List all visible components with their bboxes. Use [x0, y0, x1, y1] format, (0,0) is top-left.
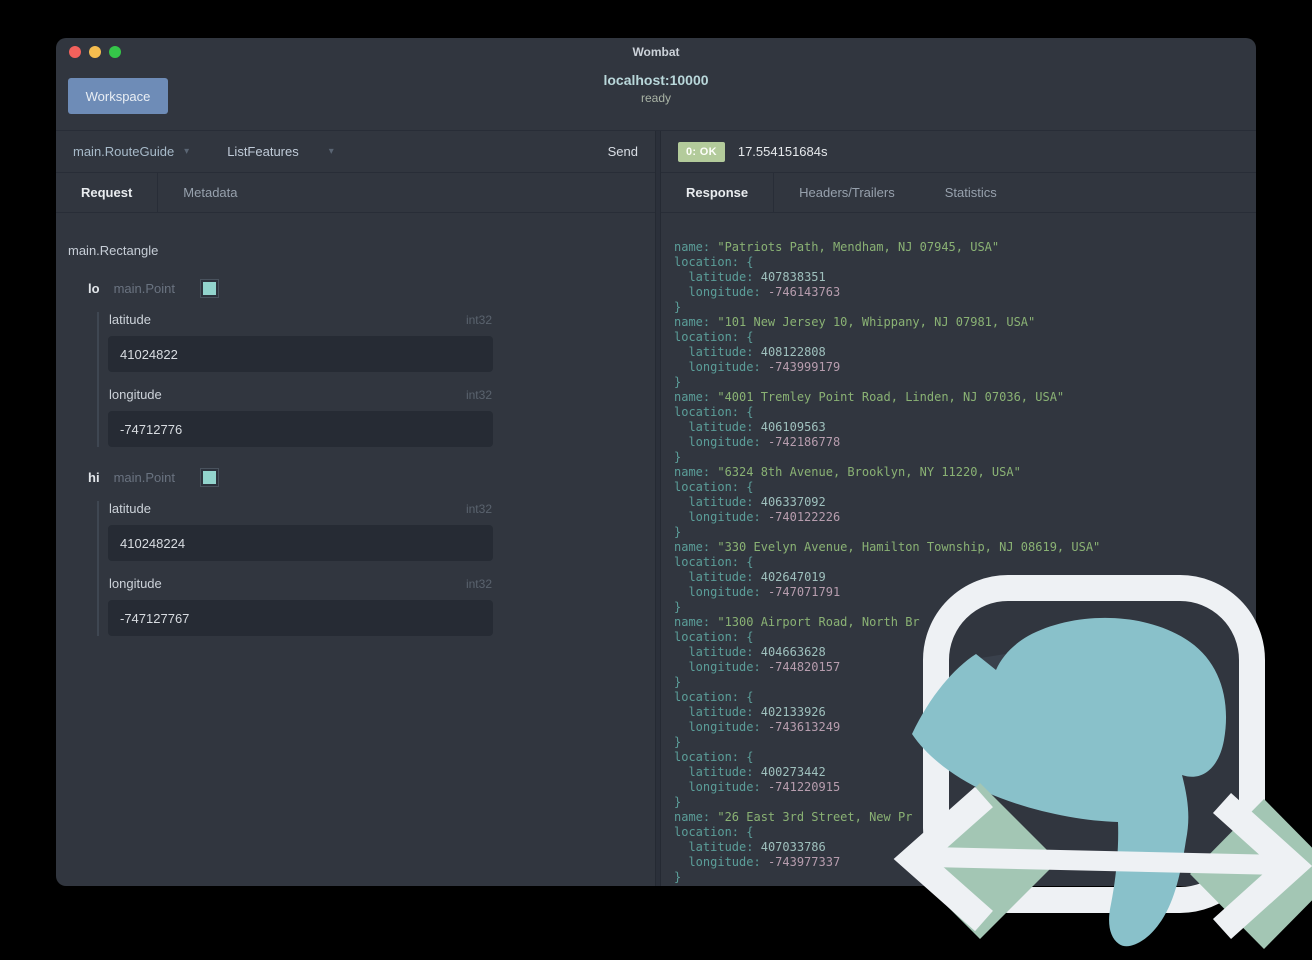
tab-headers-trailers[interactable]: Headers/Trailers — [774, 173, 920, 212]
code-line: name: "6324 8th Avenue, Brooklyn, NY 112… — [674, 465, 1021, 479]
code-line: longitude: -747071791 — [688, 585, 841, 599]
code-line: location: { — [674, 750, 754, 764]
minimize-window-icon[interactable] — [89, 46, 101, 58]
tab-statistics[interactable]: Statistics — [920, 173, 1022, 212]
code-line: latitude: 404663628 — [688, 645, 826, 659]
tab-request[interactable]: Request — [56, 173, 159, 212]
group-enabled-checkbox[interactable] — [200, 280, 218, 297]
longitude-input[interactable] — [108, 600, 493, 636]
code-line: latitude: 407033786 — [688, 840, 826, 854]
code-line: } — [674, 675, 682, 689]
code-line: longitude: -744820157 — [688, 660, 841, 674]
code-line: longitude: -742186778 — [688, 435, 841, 449]
request-pane: main.RouteGuide ▾ ListFeatures ▾ Send Re… — [56, 131, 655, 886]
code-line: location: { — [674, 330, 754, 344]
code-line: name: "101 New Jersey 10, Whippany, NJ 0… — [674, 315, 1036, 329]
send-button[interactable]: Send — [608, 144, 638, 159]
code-line: name: "Patriots Path, Mendham, NJ 07945,… — [674, 240, 1000, 254]
code-line: longitude: -740122226 — [688, 510, 841, 524]
code-line: } — [674, 300, 682, 314]
group-enabled-checkbox[interactable] — [200, 469, 218, 486]
code-line: } — [674, 375, 682, 389]
code-line: name: "4001 Tremley Point Road, Linden, … — [674, 390, 1065, 404]
code-line: } — [674, 525, 682, 539]
code-line: latitude: 406109563 — [688, 420, 826, 434]
code-line: location: { — [674, 630, 754, 644]
code-line: location: { — [674, 825, 754, 839]
latitude-input[interactable] — [108, 336, 493, 372]
field-label: latitude — [109, 501, 151, 516]
zoom-window-icon[interactable] — [109, 46, 121, 58]
code-line: location: { — [674, 555, 754, 569]
code-line: latitude: 400273442 — [688, 765, 826, 779]
close-window-icon[interactable] — [69, 46, 81, 58]
request-tabs: Request Metadata — [56, 173, 655, 213]
code-line: latitude: 407838351 — [688, 270, 826, 284]
code-line: longitude: -746143763 — [688, 285, 841, 299]
code-line: latitude: 406337092 — [688, 495, 826, 509]
field-type-label: int32 — [465, 502, 492, 516]
longitude-input[interactable] — [108, 411, 493, 447]
field-label: longitude — [109, 576, 162, 591]
field-label: latitude — [109, 312, 151, 327]
group-field-type: main.Point — [113, 281, 175, 296]
connection-status: ready — [640, 91, 672, 105]
field-group-lo: lo main.Point latitude int32 longitude int32 — [68, 280, 655, 447]
traffic-lights — [69, 46, 121, 58]
message-type-label: main.Rectangle — [68, 243, 159, 258]
response-pane: 0: OK 17.554151684s Response Headers/Trai… — [661, 131, 1256, 886]
code-line: } — [674, 735, 682, 749]
code-line: latitude: 402647019 — [688, 570, 826, 584]
code-line: longitude: -743977337 — [688, 855, 841, 869]
code-line: location: { — [674, 255, 754, 269]
title-bar: Wombat — [56, 38, 1256, 66]
service-select[interactable]: main.RouteGuide — [73, 144, 174, 159]
tab-metadata[interactable]: Metadata — [158, 173, 262, 212]
duration-label: 17.554151684s — [737, 144, 828, 159]
chevron-down-icon[interactable]: ▾ — [329, 146, 334, 157]
code-line: } — [674, 450, 682, 464]
status-badge: 0: OK — [678, 141, 725, 162]
field-type-label: int32 — [465, 313, 492, 327]
code-line: latitude: 408122808 — [688, 345, 826, 359]
code-line: longitude: -743613249 — [688, 720, 841, 734]
code-line: latitude: 402133926 — [688, 705, 826, 719]
latitude-input[interactable] — [108, 525, 493, 561]
code-line: name: "330 Evelyn Avenue, Hamilton Towns… — [674, 540, 1101, 554]
response-toolbar: 0: OK 17.554151684s — [661, 131, 1256, 173]
chevron-down-icon[interactable]: ▾ — [184, 146, 189, 157]
field-group-hi: hi main.Point latitude int32 longitude int32 — [68, 469, 655, 636]
code-line: longitude: -741220915 — [688, 780, 841, 794]
response-tabs: Response Headers/Trailers Statistics — [661, 173, 1256, 213]
code-line: location: { — [674, 690, 754, 704]
field-type-label: int32 — [465, 388, 492, 402]
code-line: longitude: -743999179 — [688, 360, 841, 374]
field-type-label: int32 — [465, 577, 492, 591]
header: Workspace localhost:10000 ready — [56, 66, 1256, 130]
code-line: name: "1300 Airport Road, North Br — [674, 615, 920, 629]
group-field-name: lo — [88, 281, 100, 296]
code-line: } — [674, 600, 682, 614]
code-line: location: { — [674, 405, 754, 419]
response-body: name: "Patriots Path, Mendham, NJ 07945,… — [661, 213, 1256, 886]
request-form: main.Rectangle lo main.Point latitude int32… — [56, 213, 655, 886]
group-field-type: main.Point — [113, 470, 175, 485]
tab-response[interactable]: Response — [661, 173, 775, 212]
request-toolbar: main.RouteGuide ▾ ListFeatures ▾ Send — [56, 131, 655, 173]
window-title: Wombat — [632, 45, 680, 59]
code-line: name: "26 East 3rd Street, New Pr — [674, 810, 913, 824]
code-line: } — [674, 870, 682, 884]
group-field-name: hi — [88, 470, 100, 485]
connection-info: localhost:10000 ready — [56, 72, 1256, 105]
field-label: longitude — [109, 387, 162, 402]
method-select[interactable]: ListFeatures — [227, 144, 299, 159]
code-line: } — [674, 795, 682, 809]
server-address: localhost:10000 — [603, 72, 709, 88]
code-line: location: { — [674, 480, 754, 494]
app-window: Wombat Workspace localhost:10000 ready m… — [56, 38, 1256, 886]
